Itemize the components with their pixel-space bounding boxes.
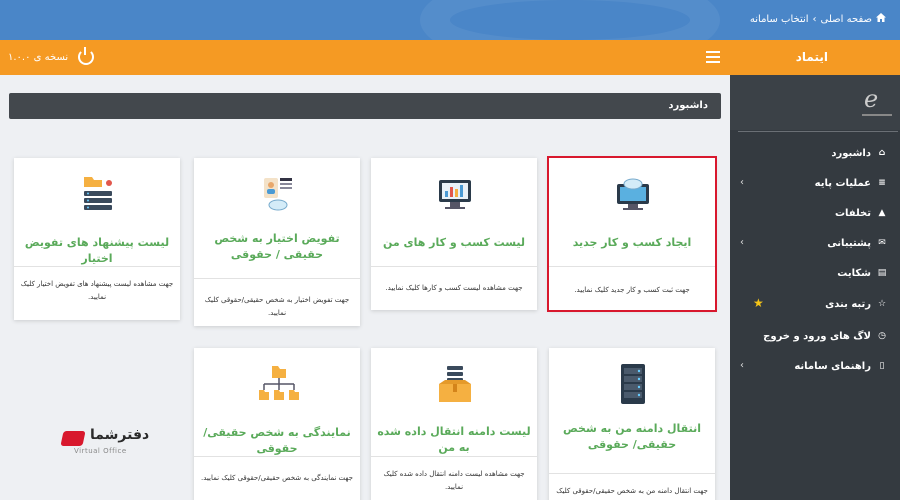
card-description: جهت تفویض اختیار به شخص حقیقی/حقوقی کلیک… <box>204 296 350 317</box>
card-title: نمایندگی به شخص حقیقی/حقوقی <box>203 426 351 455</box>
dashboard-header <box>9 93 721 119</box>
card-description: جهت انتقال دامنه من به شخص حقیقی/حقوقی ک… <box>556 487 708 495</box>
card-divider <box>14 266 180 267</box>
breadcrumb-separator: › <box>812 13 817 25</box>
chevron-left-icon[interactable]: ‹ <box>740 237 744 248</box>
sidebar-item-system-guide[interactable]: ▯ راهنمای سامانه <box>794 356 888 376</box>
sidebar-item-label: راهنمای سامانه <box>794 360 871 372</box>
card-divider <box>371 456 537 457</box>
card-title: انتقال دامنه من به شخص حقیقی/ حقوقی <box>563 422 701 451</box>
breadcrumb: صفحه اصلی › انتخاب سامانه <box>750 13 886 25</box>
breadcrumb-home[interactable]: صفحه اصلی <box>821 14 872 25</box>
card-delegate-authority[interactable]: تفویض اختیار به شخص حقیقی / حقوقی جهت تف… <box>194 158 360 326</box>
sidebar <box>730 75 900 500</box>
sidebar-divider <box>738 131 898 132</box>
chart-monitor-icon <box>428 174 482 214</box>
chevron-left-icon[interactable]: ‹ <box>740 360 744 371</box>
sidebar-item-complaint[interactable]: ▤ شکایت <box>837 263 888 283</box>
power-icon[interactable] <box>78 47 94 65</box>
sidebar-item-dashboard[interactable]: ⌂ داشبورد <box>831 143 888 163</box>
card-title: لیست دامنه انتقال داده شده به من <box>377 425 531 454</box>
card-description: جهت مشاهده لیست دامنه انتقال داده شده کل… <box>383 470 525 491</box>
page-title: داشبورد <box>668 100 708 111</box>
box-server-icon <box>428 364 482 404</box>
sidebar-item-label: پشتیبانی <box>827 237 871 249</box>
card-title: ایجاد کسب و کار جدید <box>572 236 692 249</box>
breadcrumb-current[interactable]: انتخاب سامانه <box>750 14 809 25</box>
warning-icon: ▲ <box>878 208 886 218</box>
card-transfer-domain[interactable]: انتقال دامنه من به شخص حقیقی/ حقوقی جهت … <box>549 348 715 500</box>
card-new-business[interactable]: ایجاد کسب و کار جدید جهت ثبت کسب و کار ج… <box>547 156 717 312</box>
hamburger-menu-icon[interactable] <box>706 51 720 63</box>
card-my-businesses[interactable]: لیست کسب و کار های من جهت مشاهده لیست کس… <box>371 158 537 310</box>
user-document-icon <box>251 174 305 214</box>
sidebar-item-label: عملیات پایه <box>814 177 871 189</box>
decorative-pattern <box>420 0 720 40</box>
logo-icon: e <box>864 85 879 113</box>
chat-icon: ✉ <box>878 238 886 248</box>
history-icon: ◷ <box>878 331 886 341</box>
folder-server-icon <box>71 174 125 214</box>
card-title: تفویض اختیار به شخص حقیقی / حقوقی <box>214 232 340 261</box>
logo-caption <box>862 114 892 116</box>
sidebar-item-label: داشبورد <box>831 147 871 159</box>
sidebar-item-label: لاگ های ورود و خروج <box>763 330 871 342</box>
sidebar-item-violations[interactable]: ▲ تخلفات <box>835 203 888 223</box>
card-representation[interactable]: نمایندگی به شخص حقیقی/حقوقی جهت نمایندگی… <box>194 348 360 500</box>
header-bar <box>0 40 900 75</box>
sidebar-item-login-logs[interactable]: ◷ لاگ های ورود و خروج <box>763 326 888 346</box>
document-icon: ▤ <box>877 268 887 278</box>
cloud-monitor-icon <box>606 174 660 214</box>
sidebar-item-ranking[interactable]: ☆ رتبه بندی <box>825 294 888 314</box>
star-icon: ★ <box>753 296 764 310</box>
list-icon: ≡ <box>878 178 886 188</box>
card-divider <box>194 456 360 457</box>
server-rack-icon <box>606 364 660 404</box>
sidebar-item-support[interactable]: ✉ پشتیبانی <box>827 233 888 253</box>
chevron-left-icon[interactable]: ‹ <box>740 177 744 188</box>
card-description: جهت نمایندگی به شخص حقیقی/حقوقی کلیک نما… <box>201 474 353 482</box>
watermark-name: دفترشما <box>90 427 150 443</box>
card-description: جهت مشاهده لیست پیشنهاد های تفویض اختیار… <box>20 280 174 301</box>
card-divider <box>194 278 360 279</box>
star-outline-icon: ☆ <box>877 299 887 309</box>
card-divider <box>549 266 715 267</box>
card-delegation-proposals[interactable]: لیست پیشنهاد های تفویض اختیار جهت مشاهده… <box>14 158 180 320</box>
card-title: لیست پیشنهاد های تفویض اختیار <box>24 236 170 265</box>
sidebar-item-label: رتبه بندی <box>825 298 871 310</box>
sidebar-item-label: شکایت <box>837 267 871 279</box>
home-icon: ⌂ <box>878 148 886 158</box>
card-description: جهت ثبت کسب و کار جدید کلیک نمایید. <box>574 286 690 294</box>
version-label: نسخه ی ۱.۰.۰ <box>8 52 69 63</box>
card-title: لیست کسب و کار های من <box>382 236 526 249</box>
folder-network-icon <box>251 364 305 404</box>
card-divider <box>549 473 715 474</box>
home-icon[interactable] <box>876 13 886 25</box>
sidebar-item-label: تخلفات <box>834 207 871 219</box>
card-description: جهت مشاهده لیست کسب و کارها کلیک نمایید. <box>385 284 523 292</box>
file-icon: ▯ <box>879 361 885 371</box>
card-divider <box>371 266 537 267</box>
card-transferred-domains[interactable]: لیست دامنه انتقال داده شده به من جهت مشا… <box>371 348 537 500</box>
sidebar-item-base-operations[interactable]: ≡ عملیات پایه <box>815 173 888 193</box>
watermark-logo-icon <box>60 431 86 446</box>
watermark-subtitle: Virtual Office <box>74 447 127 455</box>
brand-title: ایتماد <box>795 50 828 64</box>
